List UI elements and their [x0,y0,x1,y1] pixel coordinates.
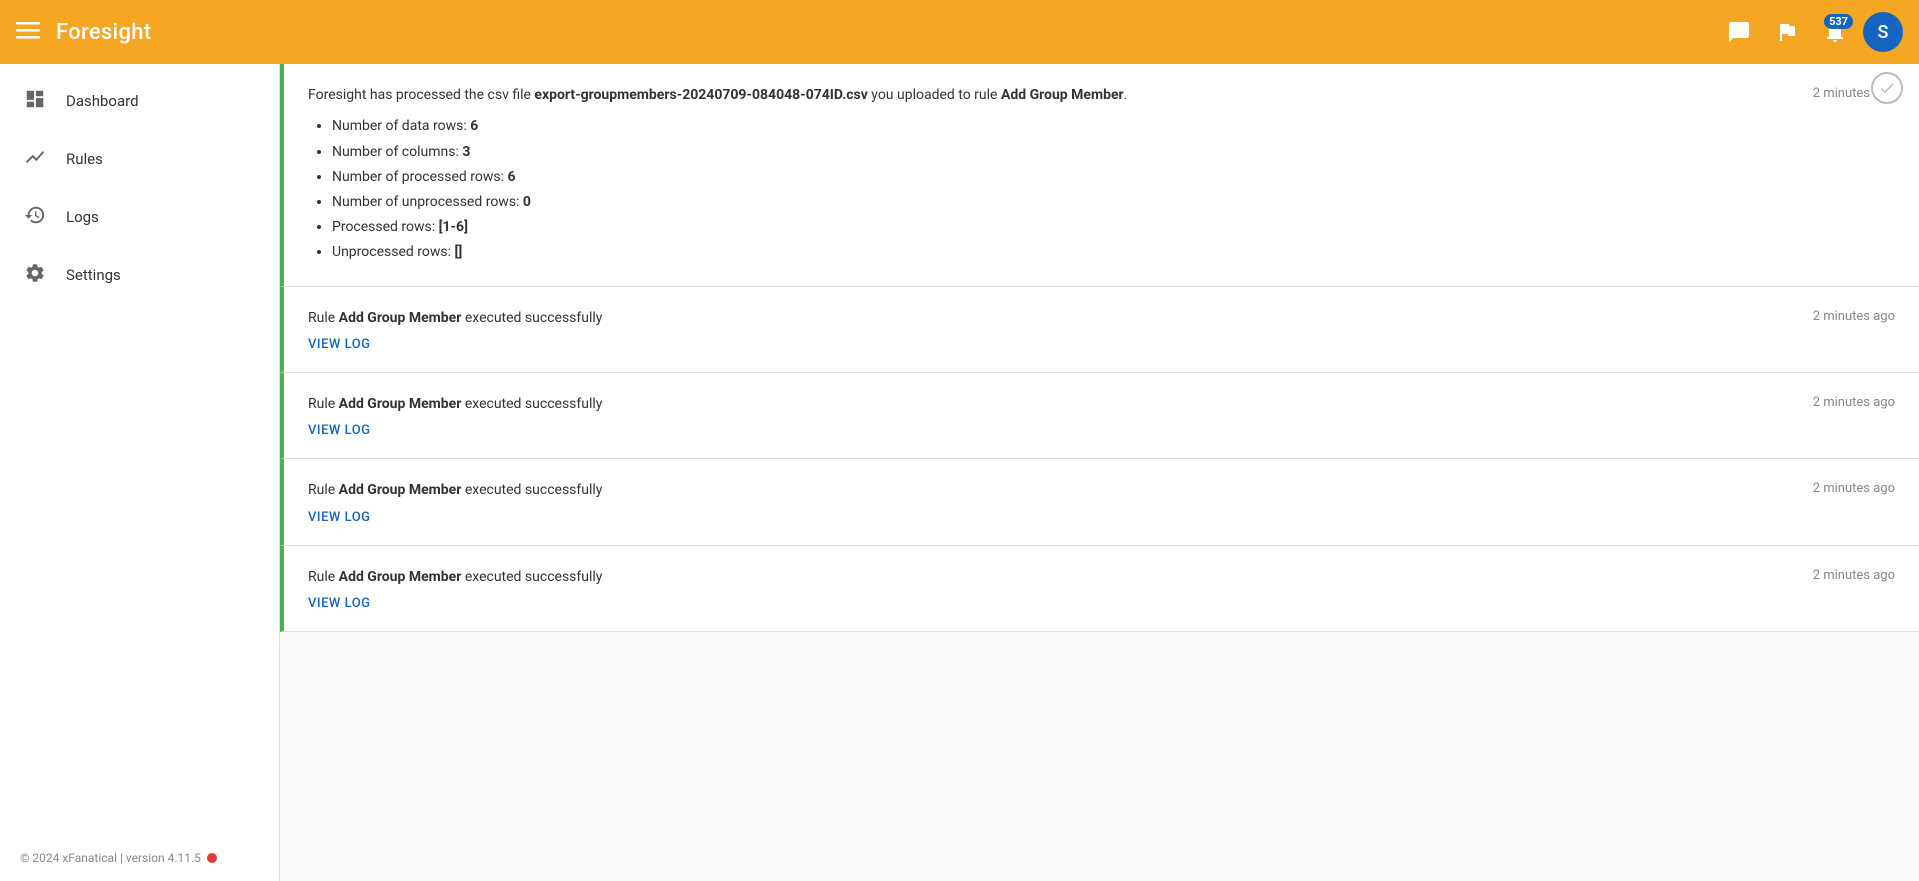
rules-icon [24,146,46,172]
rule-3-post: executed successfully [461,482,602,498]
menu-icon[interactable] [16,18,40,47]
stat-unprocessed-rows: Number of unprocessed rows: 0 [332,190,1789,215]
settings-icon [24,262,46,288]
sidebar-logs-label: Logs [66,208,99,226]
stat-processed-range: Processed rows: [1-6] [332,215,1789,240]
notification-csv-content: Foresight has processed the csv file exp… [308,84,1789,266]
notification-rule-1-time: 2 minutes ago [1813,309,1895,324]
notification-rule-3-text: Rule Add Group Member executed successfu… [308,479,1789,501]
notification-rule-3: Rule Add Group Member executed successfu… [280,459,1919,545]
view-log-1-link[interactable]: VIEW LOG [308,337,371,352]
sidebar-item-rules[interactable]: Rules [0,130,279,188]
view-log-4-link[interactable]: VIEW LOG [308,596,371,611]
rule-2-pre: Rule [308,396,339,412]
notification-rule-1-text: Rule Add Group Member executed successfu… [308,307,1789,329]
notification-rule-1-content: Rule Add Group Member executed successfu… [308,307,1789,352]
notification-rule-3-time: 2 minutes ago [1813,481,1895,496]
view-log-2-link[interactable]: VIEW LOG [308,423,371,438]
csv-end-text: . [1124,87,1128,103]
stat-columns: Number of columns: 3 [332,140,1789,165]
sidebar-item-settings[interactable]: Settings [0,246,279,304]
stat-unprocessed-list: Unprocessed rows: [] [332,240,1789,265]
logs-icon [24,204,46,230]
notification-rule-2-time: 2 minutes ago [1813,395,1895,410]
user-avatar[interactable]: S [1863,12,1903,52]
rule-1-post: executed successfully [461,310,602,326]
notification-rule-2-text: Rule Add Group Member executed successfu… [308,393,1789,415]
dashboard-icon [24,88,46,114]
app-title: Foresight [56,20,151,45]
csv-rule-name: Add Group Member [1001,87,1124,103]
notification-csv-processed: Foresight has processed the csv file exp… [280,64,1919,287]
footer-text: © 2024 xFanatical | version 4.11.5 [20,851,201,865]
sidebar: Dashboard Rules Logs Settings © 2024 xFa… [0,64,280,881]
rule-3-name: Add Group Member [339,482,462,498]
notification-rule-4-time: 2 minutes ago [1813,568,1895,583]
notification-rule-4-content: Rule Add Group Member executed successfu… [308,566,1789,611]
sidebar-footer: © 2024 xFanatical | version 4.11.5 [0,835,279,881]
check-circle-button[interactable] [1871,72,1903,104]
app-header: Foresight 537 S [0,0,1919,64]
body-container: Dashboard Rules Logs Settings © 2024 xFa… [0,64,1919,881]
notification-rule-2: Rule Add Group Member executed successfu… [280,373,1919,459]
rule-4-post: executed successfully [461,569,602,585]
rule-2-name: Add Group Member [339,396,462,412]
version-status-dot [207,853,217,863]
rule-4-name: Add Group Member [339,569,462,585]
csv-filename: export-groupmembers-20240709-084048-074I… [534,87,867,103]
sidebar-rules-label: Rules [66,150,103,168]
rule-4-pre: Rule [308,569,339,585]
alerts-button[interactable] [1767,12,1807,52]
rule-1-pre: Rule [308,310,339,326]
notification-csv-text: Foresight has processed the csv file exp… [308,84,1789,106]
notification-rule-4-text: Rule Add Group Member executed successfu… [308,566,1789,588]
stat-processed-rows: Number of processed rows: 6 [332,165,1789,190]
rule-3-pre: Rule [308,482,339,498]
main-content: Foresight has processed the csv file exp… [280,64,1919,881]
sidebar-item-dashboard[interactable]: Dashboard [0,72,279,130]
sidebar-dashboard-label: Dashboard [66,92,139,110]
rule-1-name: Add Group Member [339,310,462,326]
stat-data-rows: Number of data rows: 6 [332,114,1789,139]
notification-rule-4: Rule Add Group Member executed successfu… [280,546,1919,632]
header-actions: 537 S [1719,12,1903,52]
csv-mid-text: you uploaded to rule [868,87,1001,103]
sidebar-settings-label: Settings [66,266,121,284]
rule-2-post: executed successfully [461,396,602,412]
notification-count: 537 [1824,14,1853,29]
notifications-button[interactable]: 537 [1815,12,1855,52]
notification-rule-1: Rule Add Group Member executed successfu… [280,287,1919,373]
csv-stats-list: Number of data rows: 6 Number of columns… [308,114,1789,265]
sidebar-item-logs[interactable]: Logs [0,188,279,246]
csv-intro-text: Foresight has processed the csv file [308,87,534,103]
view-log-3-link[interactable]: VIEW LOG [308,510,371,525]
chat-button[interactable] [1719,12,1759,52]
notification-rule-2-content: Rule Add Group Member executed successfu… [308,393,1789,438]
notification-rule-3-content: Rule Add Group Member executed successfu… [308,479,1789,524]
